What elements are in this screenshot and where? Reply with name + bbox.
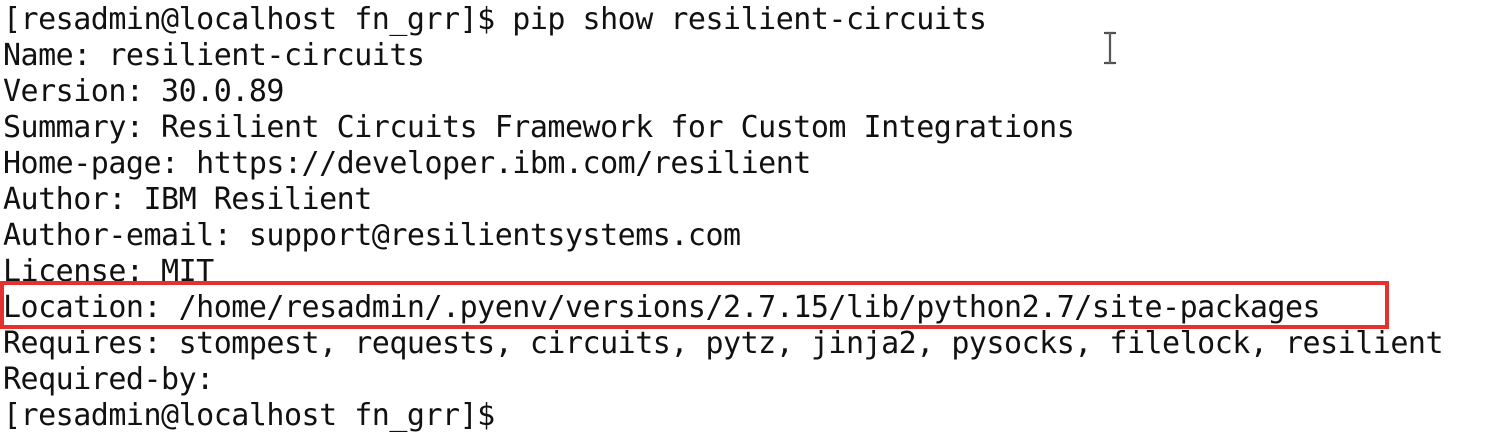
- shell-prompt-line: [resadmin@localhost fn_grr]$: [3, 398, 495, 433]
- terminal-window[interactable]: [resadmin@localhost fn_grr]$ pip show re…: [0, 0, 1491, 446]
- output-author-line: Author: IBM Resilient: [3, 182, 372, 217]
- output-homepage-line: Home-page: https://developer.ibm.com/res…: [3, 146, 811, 181]
- location-highlight-box: [0, 281, 1389, 329]
- i-beam-cursor-icon: [1103, 31, 1117, 65]
- command-prompt-line: [resadmin@localhost fn_grr]$ pip show re…: [3, 2, 987, 37]
- output-required-by-line: Required-by:: [3, 362, 214, 397]
- output-author-email-line: Author-email: support@resilientsystems.c…: [3, 218, 741, 253]
- output-requires-line: Requires: stompest, requests, circuits, …: [3, 326, 1444, 361]
- output-summary-line: Summary: Resilient Circuits Framework fo…: [3, 110, 1075, 145]
- output-version-line: Version: 30.0.89: [3, 74, 284, 109]
- output-name-line: Name: resilient-circuits: [3, 38, 425, 73]
